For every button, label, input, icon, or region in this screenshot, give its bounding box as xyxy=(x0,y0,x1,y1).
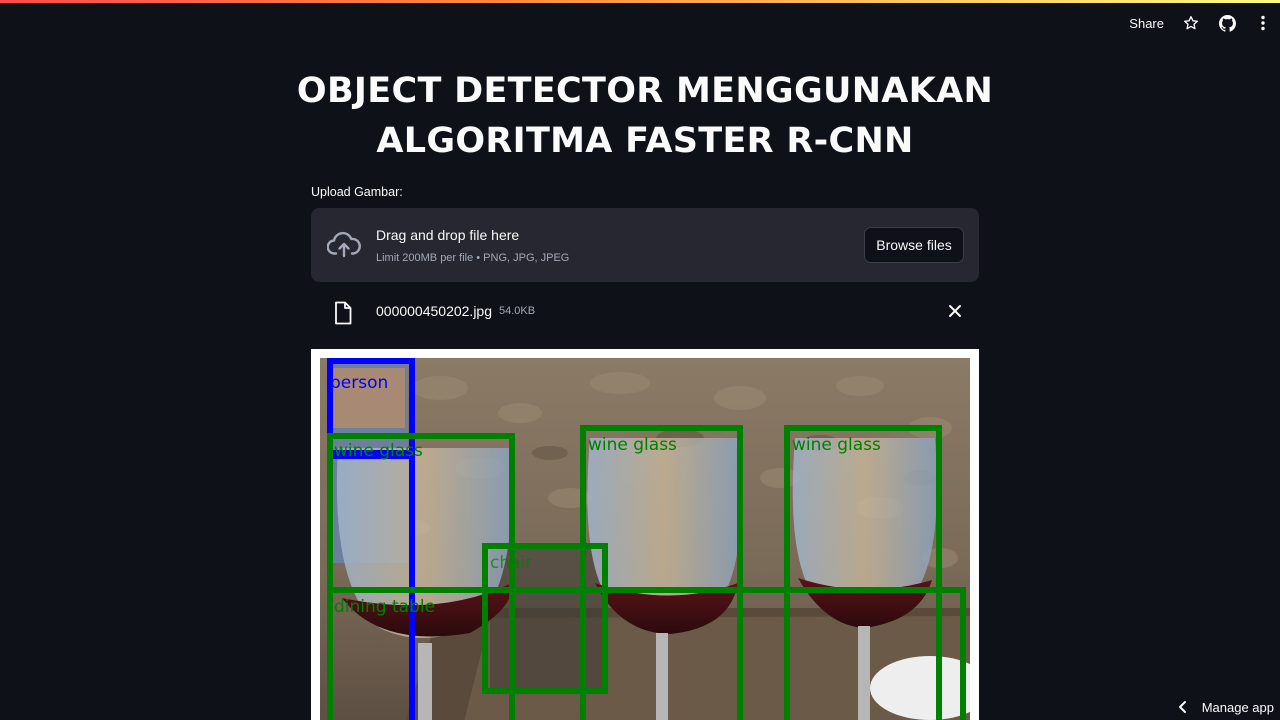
title-line-2: ALGORITMA FASTER R-CNN xyxy=(376,121,914,161)
detection-label-person: person xyxy=(330,373,388,393)
share-button[interactable]: Share xyxy=(1129,16,1164,31)
detection-label-wine-glass-1: wine glass xyxy=(334,441,423,461)
detection-photo: person wine glass wine glass wine glass … xyxy=(320,358,970,720)
detection-label-wine-glass-3: wine glass xyxy=(792,435,881,455)
title-line-1: OBJECT DETECTOR MENGGUNAKAN xyxy=(296,71,994,111)
detection-label-wine-glass-2: wine glass xyxy=(588,435,677,455)
top-decoration-bar xyxy=(0,0,1280,3)
file-name: 000000450202.jpg xyxy=(376,303,493,319)
github-icon[interactable] xyxy=(1218,14,1236,32)
uploaded-file-row: 000000450202.jpg 54.0KB xyxy=(311,293,979,331)
browse-files-button[interactable]: Browse files xyxy=(864,227,964,263)
upload-label: Upload Gambar: xyxy=(311,185,403,199)
cloud-upload-icon xyxy=(327,231,361,258)
file-icon xyxy=(335,301,352,325)
file-dropzone[interactable]: Drag and drop file here Limit 200MB per … xyxy=(311,208,979,282)
page-title: OBJECT DETECTOR MENGGUNAKAN ALGORITMA FA… xyxy=(290,66,1000,166)
detection-result-image: person wine glass wine glass wine glass … xyxy=(311,349,979,720)
app-toolbar: Share xyxy=(1129,10,1272,36)
manage-app-label: Manage app xyxy=(1201,699,1274,715)
detection-label-chair: chair xyxy=(490,553,532,573)
close-icon[interactable] xyxy=(947,303,963,319)
chevron-left-icon xyxy=(1178,701,1186,713)
detection-label-dining-table: dining table xyxy=(334,597,435,617)
manage-app-button[interactable]: Manage app xyxy=(1178,698,1274,716)
dropzone-title: Drag and drop file here xyxy=(376,227,520,243)
file-size: 54.0KB xyxy=(499,305,536,317)
kebab-menu-icon[interactable] xyxy=(1254,14,1272,32)
star-icon[interactable] xyxy=(1182,14,1200,32)
dropzone-limits: Limit 200MB per file • PNG, JPG, JPEG xyxy=(376,252,570,264)
